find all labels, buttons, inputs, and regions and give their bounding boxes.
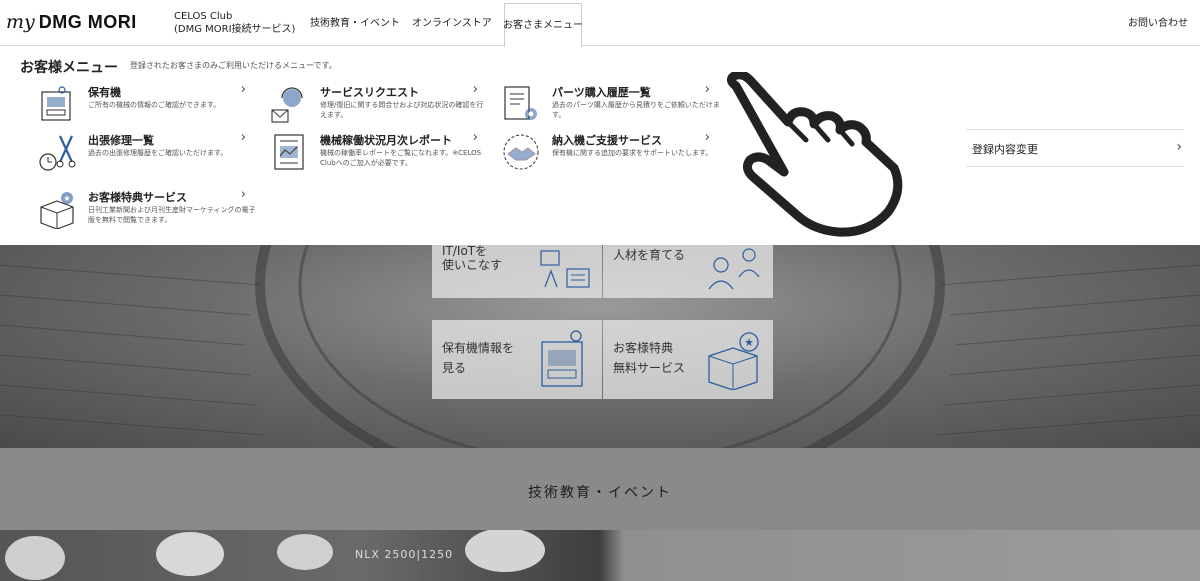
dropdown-title: お客様メニュー xyxy=(20,60,118,76)
tile-owned-machine-info[interactable]: 保有機情報を 見る xyxy=(432,320,602,399)
menu-item-desc: 修理/復旧に関する問合せおよび対応状況の確認を行えます。 xyxy=(320,101,484,119)
logo-brand: DMG MORI xyxy=(38,12,137,32)
nav-tech-education[interactable]: 技術教育・イベント xyxy=(310,0,400,46)
section-title-text: 技術教育・イベント xyxy=(528,485,672,501)
menu-item-title: サービスリクエスト xyxy=(320,86,419,99)
account-edit-label: 登録内容変更 xyxy=(972,143,1038,156)
customer-menu-dropdown: お客様メニュー 登録されたお客さまのみご利用いただけるメニューです。 保有機 ›… xyxy=(0,46,1200,245)
svg-text:★: ★ xyxy=(63,194,70,203)
menu-item-title: 出張修理一覧 xyxy=(88,134,154,147)
chevron-right-icon: › xyxy=(472,130,478,145)
menu-item-desc: 保有機に関する追加の要求をサポートいたします。 xyxy=(552,149,713,157)
event-photo: NLX 2500|1250 xyxy=(0,530,1200,581)
tile-benefit-line2: 無料サービス xyxy=(613,361,686,375)
tile-people-label: 人材を育てる xyxy=(613,248,686,262)
svg-text:★: ★ xyxy=(744,336,754,349)
nav-celos-line2: (DMG MORI接続サービス) xyxy=(174,24,296,35)
chevron-right-icon: › xyxy=(240,82,246,97)
menu-item-title: パーツ購入履歴一覧 xyxy=(552,86,651,99)
hero-background: IT/IoTを 使いこなす 人材を育てる 保有機情報を 見る お客様特典 無料サ… xyxy=(0,245,1200,448)
menu-item-title: 納入機ご支援サービス xyxy=(552,134,662,147)
tile-machine-line1: 保有機情報を xyxy=(442,341,515,355)
menu-item-title: 機械稼働状況月次レポート xyxy=(320,134,452,147)
chevron-right-icon: › xyxy=(240,187,246,202)
menu-item-desc: 過去のパーツ購入履歴から見積りをご依頼いただけます。 xyxy=(552,101,720,119)
nav-celos-club[interactable]: CELOS Club (DMG MORI接続サービス) xyxy=(174,0,295,46)
chevron-right-icon: › xyxy=(704,82,710,97)
tile-people[interactable]: 人材を育てる xyxy=(603,245,773,298)
monthly-report-icon xyxy=(274,134,304,170)
gift-box-icon: ★ xyxy=(708,332,759,390)
machine-book-icon xyxy=(541,330,583,387)
chevron-right-icon: › xyxy=(1176,139,1182,155)
gift-box-icon: ★ xyxy=(40,192,74,229)
tile-benefit-line1: お客様特典 xyxy=(613,341,674,355)
menu-item-desc: 日刊工業新聞および月刊生産財マーケティングの電子版を無料で閲覧できます。 xyxy=(88,206,256,224)
helmets-graphic xyxy=(5,530,545,580)
menu-item-desc: 過去の出張修理履歴をご確認いただけます。 xyxy=(88,149,228,157)
chevron-right-icon: › xyxy=(240,130,246,145)
chevron-right-icon: › xyxy=(472,82,478,97)
headset-support-icon xyxy=(271,87,303,123)
menu-item-title: 保有機 xyxy=(88,86,121,99)
account-edit-link[interactable]: 登録内容変更 › xyxy=(966,129,1184,167)
tile-benefit-service[interactable]: お客様特典 無料サービス ★ xyxy=(603,320,773,399)
tile-iot[interactable]: IT/IoTを 使いこなす xyxy=(432,245,602,298)
nav-celos-line1: CELOS Club xyxy=(174,11,233,22)
machine-book-icon xyxy=(41,86,71,121)
nav-contact[interactable]: お問い合わせ xyxy=(1128,0,1188,46)
nav-online-store[interactable]: オンラインストア xyxy=(412,0,492,46)
logo-my: my xyxy=(6,11,35,33)
menu-item-desc: 機械の稼働率レポートをご覧になれます。※CELOS Clubへのご加入が必要です… xyxy=(320,149,482,167)
menu-item-desc: ご所有の機械の情報のご確認ができます。 xyxy=(88,101,221,109)
handshake-icon xyxy=(503,134,539,170)
repair-tools-icon xyxy=(39,135,76,171)
nav-customer-menu[interactable]: お客さまメニュー xyxy=(503,3,583,47)
tile-machine-line2: 見る xyxy=(442,361,467,375)
section-tech-education: 技術教育・イベント xyxy=(0,448,1200,532)
people-icon xyxy=(708,248,760,290)
machine-label: NLX 2500|1250 xyxy=(355,548,454,561)
chevron-right-icon: › xyxy=(704,130,710,145)
pointing-hand-icon xyxy=(726,72,903,237)
logo[interactable]: my DMG MORI xyxy=(6,11,137,33)
dropdown-subtitle: 登録されたお客さまのみご利用いただけるメニューです。 xyxy=(130,61,337,70)
iot-icon xyxy=(540,250,590,288)
parts-history-icon xyxy=(504,86,537,120)
tile-iot-line2: 使いこなす xyxy=(442,258,503,272)
site-header: my DMG MORI CELOS Club (DMG MORI接続サービス) 技… xyxy=(0,0,1200,47)
menu-item-title: お客様特典サービス xyxy=(88,191,187,204)
